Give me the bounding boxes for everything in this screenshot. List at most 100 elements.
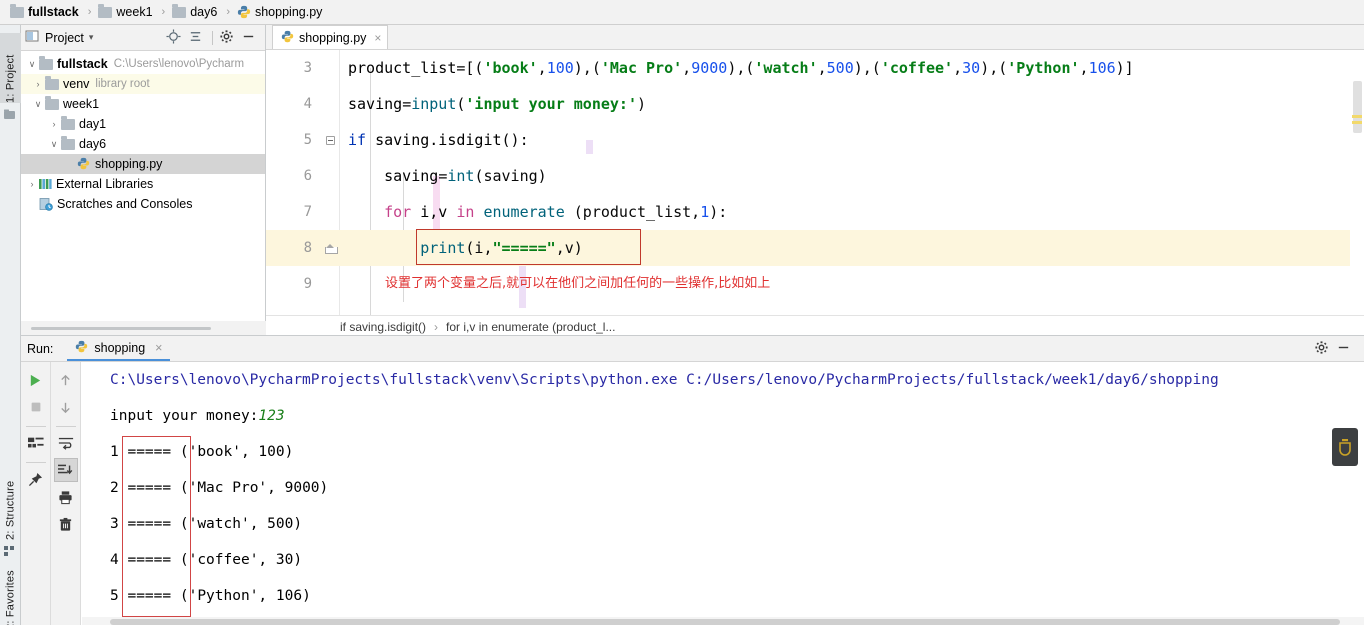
print-button[interactable] [54,485,78,509]
breadcrumb-separator: › [226,6,230,18]
console-annotation-box [122,436,191,617]
row-index: 3 [110,516,119,532]
project-icon [4,109,17,122]
close-icon[interactable]: × [374,31,381,45]
tool-tab-label: 2: Favorites [4,570,17,625]
scratches-icon [39,197,53,211]
editor-scrollbar[interactable] [1350,75,1364,315]
up-stack-button[interactable] [54,368,78,392]
chevron-down-icon[interactable]: ▾ [89,32,94,43]
run-toolbar-primary [21,362,51,625]
line-number: 3 [303,60,312,76]
breadcrumb-item-day6[interactable]: day6 [170,0,219,25]
row-value: ('Mac Pro', 9000) [179,480,329,496]
tree-node-day6[interactable]: ∨ day6 [21,134,265,154]
tree-node-fullstack[interactable]: ∨ fullstack C:\Users\lenovo\Pycharm [21,54,265,74]
folder-icon [98,3,113,18]
tree-node-day1[interactable]: › day1 [21,114,265,134]
console-output-row: 1 ===== ('book', 100) [82,434,1364,470]
minimize-icon[interactable] [241,29,259,47]
console-output[interactable]: C:\Users\lenovo\PycharmProjects\fullstac… [82,362,1364,625]
tool-tab-project[interactable]: 1: Project [0,33,21,103]
code-line-7[interactable]: 7 for i,v in enumerate (product_list,1): [266,194,1364,230]
stop-button[interactable] [24,395,48,419]
code-line-6[interactable]: 6 saving=int(saving) [266,158,1364,194]
run-panel-header-actions [1312,336,1356,362]
row-value: ('coffee', 30) [179,552,303,568]
chevron-down-icon[interactable]: ∨ [47,139,61,150]
breadcrumb-item-shopping-py[interactable]: shopping.py [235,0,324,25]
tree-node-week1[interactable]: ∨ week1 [21,94,265,114]
folder-icon [172,3,187,18]
folder-icon [45,95,59,110]
project-panel-title: Project [45,30,84,45]
tree-node-shopping-py[interactable]: shopping.py [21,154,265,174]
python-file-icon [237,5,251,19]
console-output-row: 5 ===== ('Python', 106) [82,578,1364,614]
breadcrumb-separator: › [434,319,439,334]
code-line-text: saving=input('input your money:') [348,95,647,113]
run-tool-window: Run: shopping × C:\Users\lenovo\PycharmP… [21,335,1364,625]
editor-area: shopping.py × 3 product_list=[('book',10… [266,25,1364,337]
fold-column[interactable] [320,239,340,257]
fold-end-icon[interactable] [324,244,338,254]
status-breadcrumb-item[interactable]: if saving.isdigit() [340,320,426,334]
status-breadcrumb-item[interactable]: for i,v in enumerate (product_l... [446,320,615,334]
code-line-5[interactable]: 5 if saving.isdigit(): [266,122,1364,158]
chevron-right-icon[interactable]: › [25,179,39,189]
tool-tab-favorites[interactable]: 2: Favorites [0,550,21,625]
code-editor[interactable]: 3 product_list=[('book',100),('Mac Pro',… [266,50,1364,315]
folder-icon [61,135,75,150]
chevron-right-icon[interactable]: › [47,119,61,129]
code-line-text: saving=int(saving) [348,167,547,185]
project-panel-splitter[interactable] [21,321,266,335]
pin-tab-button[interactable] [24,467,48,491]
minimize-icon[interactable] [1336,340,1354,358]
tree-node-label: week1 [63,97,100,111]
notification-badge[interactable] [1332,428,1358,466]
console-horizontal-scrollbar[interactable] [82,617,1364,625]
close-icon[interactable]: × [155,341,162,355]
python-file-icon [281,30,294,46]
down-stack-button[interactable] [54,395,78,419]
collapse-all-icon[interactable] [188,29,206,47]
clear-all-button[interactable] [54,512,78,536]
run-panel-header: Run: shopping × [21,336,1364,362]
tool-tab-label: 2: Structure [4,480,17,540]
code-line-4[interactable]: 4 saving=input('input your money:') [266,86,1364,122]
chevron-down-icon[interactable]: ∨ [25,59,39,70]
tool-tab-structure[interactable]: 2: Structure [0,455,21,540]
soft-wrap-button[interactable] [54,431,78,455]
run-tab-shopping[interactable]: shopping × [67,336,171,361]
console-output-row: 3 ===== ('watch', 500) [82,506,1364,542]
editor-marker [1352,121,1362,124]
tree-node-venv[interactable]: › venv library root [21,74,265,94]
tree-node-scratches-and-consoles[interactable]: Scratches and Consoles [21,194,265,214]
scroll-to-end-button[interactable] [53,458,78,482]
tree-node-label: Scratches and Consoles [57,197,193,211]
chevron-down-icon[interactable]: ∨ [31,99,45,110]
row-index: 1 [110,444,119,460]
tree-node-external-libraries[interactable]: › External Libraries [21,174,265,194]
project-window-icon [25,29,39,46]
code-line-text: if saving.isdigit(): [348,131,529,149]
console-toggle-button[interactable] [24,431,48,455]
chevron-right-icon[interactable]: › [31,79,45,89]
gear-icon[interactable] [219,29,237,47]
tree-node-label: venv [63,77,90,91]
breadcrumb-item-fullstack[interactable]: fullstack [8,0,81,25]
editor-status-breadcrumb: if saving.isdigit() › for i,v in enumera… [266,315,1364,337]
fold-collapse-icon[interactable] [325,136,335,145]
editor-tab-shopping-py[interactable]: shopping.py × [272,25,389,49]
gear-icon[interactable] [1314,340,1332,358]
console-input-value: 123 [258,408,285,424]
code-line-3[interactable]: 3 product_list=[('book',100),('Mac Pro',… [266,50,1364,86]
rerun-button[interactable] [24,368,48,392]
tree-node-detail: C:\Users\lenovo\Pycharm [113,58,245,70]
fold-column[interactable] [320,131,340,149]
editor-scrollbar-thumb[interactable] [1353,81,1362,133]
bulb-icon [1339,439,1351,456]
breadcrumb-item-week1[interactable]: week1 [96,0,154,25]
console-prompt-label: input your money: [110,408,259,424]
target-icon[interactable] [166,28,184,47]
